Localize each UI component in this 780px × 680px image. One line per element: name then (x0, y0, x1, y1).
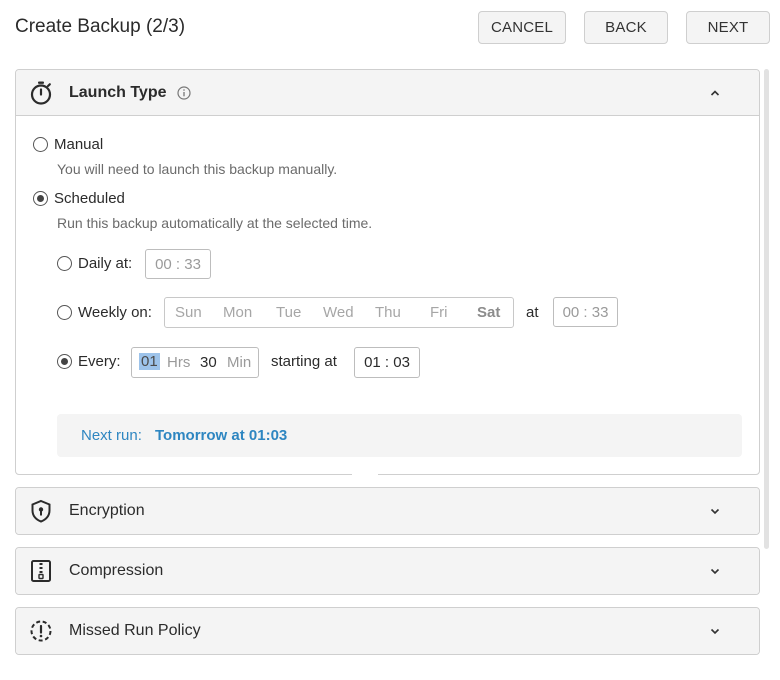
chevron-down-icon[interactable] (709, 505, 721, 517)
zip-file-icon (31, 560, 51, 582)
manual-radio[interactable] (33, 137, 48, 152)
compression-header[interactable]: Compression (16, 548, 759, 594)
launch-type-title: Launch Type (69, 83, 167, 101)
daily-label[interactable]: Daily at: (78, 255, 132, 272)
encryption-title: Encryption (69, 502, 145, 519)
next-button[interactable]: NEXT (686, 11, 770, 44)
minutes-unit-label: Min (227, 354, 252, 371)
encryption-panel[interactable]: Encryption (15, 487, 760, 535)
compression-title: Compression (69, 562, 164, 579)
next-run-banner: Next run: Tomorrow at 01:03 (57, 414, 742, 457)
compression-panel[interactable]: Compression (15, 547, 760, 595)
dashed-alert-circle-icon (30, 620, 52, 642)
hours-unit-label: Hrs (167, 354, 191, 371)
day-thu[interactable]: Thu (375, 304, 401, 321)
interval-input[interactable]: 01 Hrs 30 Min (131, 347, 259, 378)
encryption-header[interactable]: Encryption (16, 488, 759, 534)
shield-keyhole-icon (31, 499, 51, 523)
chevron-up-icon[interactable] (709, 87, 721, 99)
next-run-value: Tomorrow at 01:03 (155, 427, 288, 444)
every-label[interactable]: Every: (78, 353, 121, 370)
day-sat[interactable]: Sat (477, 304, 500, 321)
weekly-label[interactable]: Weekly on: (78, 304, 152, 321)
day-wed[interactable]: Wed (323, 304, 354, 321)
scheduled-description: Run this backup automatically at the sel… (57, 215, 373, 231)
start-time-input[interactable]: 01 : 03 (354, 347, 420, 378)
launch-type-header[interactable]: Launch Type (16, 70, 759, 116)
back-button[interactable]: BACK (584, 11, 668, 44)
manual-description: You will need to launch this backup manu… (57, 161, 338, 177)
info-icon[interactable] (177, 86, 191, 100)
weekly-time-input[interactable]: 00 : 33 (553, 297, 618, 327)
chevron-down-icon[interactable] (709, 565, 721, 577)
missed-run-policy-title: Missed Run Policy (69, 622, 201, 639)
stopwatch-icon (30, 81, 52, 105)
weekday-selector[interactable]: Sun Mon Tue Wed Thu Fri Sat (164, 297, 514, 328)
day-fri[interactable]: Fri (430, 304, 448, 321)
page-title: Create Backup (2/3) (15, 16, 186, 37)
daily-time-input[interactable]: 00 : 33 (145, 249, 211, 279)
day-mon[interactable]: Mon (223, 304, 252, 321)
starting-at-label: starting at (271, 353, 337, 370)
interval-minutes-field[interactable]: 30 (200, 354, 217, 371)
weekly-at-label: at (526, 304, 539, 321)
scheduled-radio[interactable] (33, 191, 48, 206)
manual-label[interactable]: Manual (54, 136, 103, 153)
daily-radio[interactable] (57, 256, 72, 271)
missed-run-policy-panel[interactable]: Missed Run Policy (15, 607, 760, 655)
scrollbar[interactable] (764, 69, 769, 549)
missed-run-policy-header[interactable]: Missed Run Policy (16, 608, 759, 654)
weekly-radio[interactable] (57, 305, 72, 320)
chevron-down-icon[interactable] (709, 625, 721, 637)
day-tue[interactable]: Tue (276, 304, 301, 321)
day-sun[interactable]: Sun (175, 304, 202, 321)
cancel-button[interactable]: CANCEL (478, 11, 566, 44)
interval-hours-field[interactable]: 01 (139, 353, 160, 370)
scheduled-label[interactable]: Scheduled (54, 190, 125, 207)
next-run-label: Next run: (81, 427, 142, 444)
every-radio[interactable] (57, 354, 72, 369)
